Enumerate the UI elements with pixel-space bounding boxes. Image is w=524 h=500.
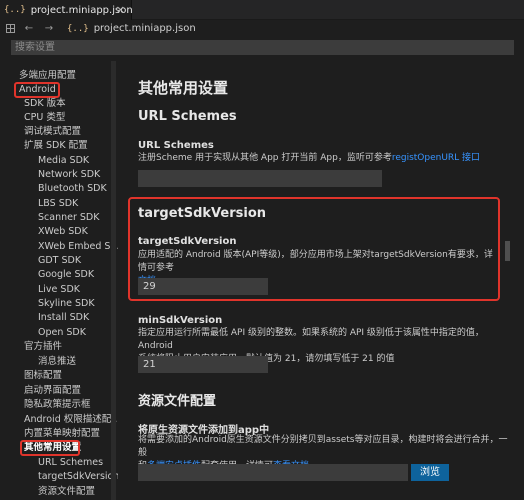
sidebar-item-network-sdk[interactable]: Network SDK	[38, 168, 100, 182]
sidebar-item-android-permissions[interactable]: Android 权限描述配...	[24, 413, 120, 427]
sidebar-item-open-sdk[interactable]: Open SDK	[38, 326, 86, 340]
target-sdk-desc-text: 应用适配的 Android 版本(API等级)，部分应用市场上架对targetS…	[138, 250, 493, 273]
sidebar-item-menu-mapping[interactable]: 内置菜单映射配置	[24, 427, 100, 441]
sidebar-item-bluetooth-sdk[interactable]: Bluetooth SDK	[38, 182, 107, 196]
sidebar-item-cpu-type[interactable]: CPU 类型	[24, 111, 65, 125]
breadcrumb[interactable]: project.miniapp.json	[94, 23, 196, 34]
json-file-icon: {..}	[67, 23, 89, 34]
sidebar-item-target-sdk-version[interactable]: targetSdkVersion	[38, 470, 119, 484]
page-title: 其他常用设置	[138, 79, 229, 97]
sidebar-item-splash-config[interactable]: 启动界面配置	[24, 384, 81, 398]
regist-open-url-link[interactable]: registOpenURL 接口	[392, 153, 480, 163]
resource-files-heading: 资源文件配置	[138, 394, 217, 409]
forward-arrow-icon[interactable]: →	[43, 23, 55, 34]
url-schemes-input[interactable]	[138, 170, 382, 187]
sidebar-item-xweb-sdk[interactable]: XWeb SDK	[38, 225, 88, 239]
tab-bar: {..} project.miniapp.json ×	[0, 0, 524, 20]
sidebar-item-extension-sdk[interactable]: 扩展 SDK 配置	[24, 139, 88, 153]
settings-content: 其他常用设置 URL Schemes URL Schemes 注册Scheme …	[118, 61, 513, 500]
json-file-icon: {..}	[4, 5, 26, 15]
target-sdk-input[interactable]: 29	[138, 278, 268, 295]
resource-desc-line1: 将需要添加的Android原生资源文件分别拷贝到assets等对应目录，构建时将…	[138, 435, 508, 458]
url-schemes-heading: URL Schemes	[138, 109, 237, 124]
sidebar-item-scanner-sdk[interactable]: Scanner SDK	[38, 211, 99, 225]
url-schemes-desc-text: 注册Scheme 用于实现从其他 App 打开当前 App，监听可参考	[138, 153, 392, 163]
min-sdk-input[interactable]: 21	[138, 356, 268, 373]
target-sdk-label: targetSdkVersion	[138, 236, 237, 247]
sidebar-item-google-sdk[interactable]: Google SDK	[38, 268, 94, 282]
sidebar-item-debug-mode[interactable]: 调试模式配置	[24, 125, 81, 139]
sidebar-item-lbs-sdk[interactable]: LBS SDK	[38, 197, 78, 211]
min-sdk-label: minSdkVersion	[138, 315, 223, 326]
sidebar-item-live-sdk[interactable]: Live SDK	[38, 283, 80, 297]
url-schemes-label: URL Schemes	[138, 140, 214, 151]
grid-icon[interactable]	[6, 24, 15, 33]
scrollbar-thumb[interactable]	[505, 241, 510, 261]
settings-sidebar: 多端应用配置 Android SDK 版本 CPU 类型 调试模式配置 扩展 S…	[0, 61, 120, 500]
sidebar-item-media-sdk[interactable]: Media SDK	[38, 154, 89, 168]
min-sdk-desc-line1: 指定应用运行所需最低 API 级别的整数。如果系统的 API 级别低于该属性中指…	[138, 328, 484, 351]
sidebar-item-xweb-embed-sdk[interactable]: XWeb Embed S...	[38, 240, 120, 254]
sidebar-item-official-plugins[interactable]: 官方插件	[24, 340, 62, 354]
url-schemes-description: 注册Scheme 用于实现从其他 App 打开当前 App，监听可参考regis…	[138, 152, 508, 165]
sidebar-item-icon-config[interactable]: 图标配置	[24, 369, 62, 383]
resource-path-input[interactable]	[138, 464, 408, 481]
android-highlight-box	[14, 82, 60, 98]
sidebar-divider[interactable]	[111, 61, 116, 500]
sidebar-item-push-message[interactable]: 消息推送	[38, 355, 76, 369]
target-sdk-heading: targetSdkVersion	[138, 206, 267, 221]
sidebar-item-skyline-sdk[interactable]: Skyline SDK	[38, 297, 95, 311]
sidebar-item-sdk-version[interactable]: SDK 版本	[24, 97, 66, 111]
sidebar-item-gdt-sdk[interactable]: GDT SDK	[38, 254, 81, 268]
editor-toolbar: ← → {..} project.miniapp.json	[0, 20, 524, 37]
search-bar	[0, 37, 524, 59]
sidebar-item-multi-platform[interactable]: 多端应用配置	[19, 69, 76, 83]
search-input[interactable]	[11, 40, 514, 55]
tab-project-miniapp-json[interactable]: {..} project.miniapp.json ×	[0, 0, 133, 20]
browse-button[interactable]: 浏览	[411, 464, 449, 481]
sidebar-item-url-schemes[interactable]: URL Schemes	[38, 456, 103, 470]
other-settings-highlight-box	[20, 440, 80, 456]
sidebar-item-resource-files[interactable]: 资源文件配置	[38, 485, 95, 499]
back-arrow-icon[interactable]: ←	[23, 23, 35, 34]
sidebar-item-install-sdk[interactable]: Install SDK	[38, 311, 89, 325]
sidebar-item-privacy-dialog[interactable]: 隐私政策提示框	[24, 398, 91, 412]
close-icon[interactable]: ×	[116, 3, 125, 16]
